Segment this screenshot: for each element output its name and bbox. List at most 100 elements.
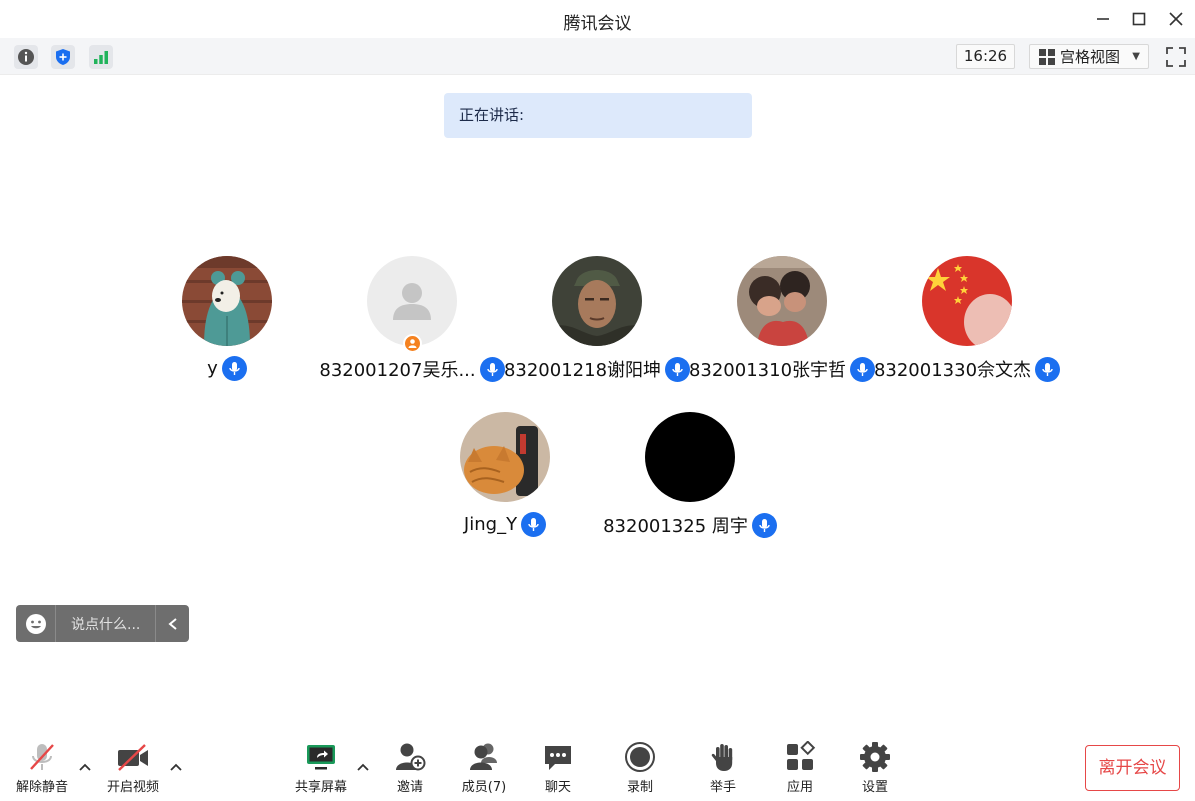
- participant-name: 832001325 周宇: [603, 516, 748, 537]
- meeting-timer: 16:26: [956, 44, 1015, 69]
- close-icon: [1169, 12, 1183, 26]
- guest-user-icon: [403, 334, 422, 353]
- mic-on-icon: [1035, 356, 1061, 382]
- participant-name-row: y: [127, 356, 327, 381]
- hand-icon: [711, 744, 733, 771]
- quick-chat-bar: 说点什么...: [16, 605, 189, 642]
- participant-name-row: 832001218谢阳坤: [497, 356, 697, 382]
- unmute-label: 解除静音: [15, 780, 68, 795]
- mic-on-icon: [521, 512, 547, 537]
- collapse-chat-button[interactable]: [155, 605, 189, 642]
- man-cap-avatar: [552, 256, 642, 346]
- info-icon: [18, 49, 34, 65]
- emoji-icon: [25, 613, 46, 634]
- active-speaker-label: 正在讲话:: [459, 106, 525, 124]
- chevron-up-icon: [79, 763, 91, 771]
- minimize-button[interactable]: [1090, 6, 1116, 32]
- raise-hand-label: 举手: [709, 780, 736, 795]
- audio-options-caret[interactable]: [77, 759, 93, 775]
- minimize-icon: [1097, 18, 1109, 20]
- record-label: 录制: [626, 780, 653, 795]
- signal-icon: [94, 51, 108, 64]
- share-options-caret[interactable]: [355, 759, 371, 775]
- flag-photo-avatar: [922, 256, 1012, 346]
- gear-icon: [860, 742, 890, 772]
- window-title: 腾讯会议: [563, 14, 632, 34]
- children-photo-avatar: [737, 256, 827, 346]
- meeting-info-button[interactable]: [14, 45, 38, 69]
- active-speaker-banner: 正在讲话:: [444, 93, 752, 138]
- members-label: 成员(7): [461, 780, 507, 795]
- participant-name-row: Jing_Y: [405, 512, 605, 537]
- start-video-button[interactable]: 开启视频: [98, 741, 168, 797]
- settings-label: 设置: [861, 780, 888, 795]
- participant-tile[interactable]: 832001310张宇哲: [682, 256, 882, 396]
- apps-label: 应用: [786, 780, 813, 795]
- participant-tile[interactable]: 832001330佘文杰: [867, 256, 1067, 396]
- maximize-button[interactable]: [1126, 6, 1152, 32]
- video-options-caret[interactable]: [168, 759, 184, 775]
- default-user-avatar: [367, 256, 457, 346]
- black-circle-avatar: [645, 412, 735, 502]
- chat-label: 聊天: [544, 780, 571, 795]
- title-bar: 腾讯会议: [0, 0, 1195, 38]
- chevron-left-icon: [167, 617, 177, 630]
- participant-tile[interactable]: Jing_Y: [405, 412, 605, 552]
- participant-name: 832001207吴乐...: [319, 360, 476, 381]
- maximize-icon: [1132, 12, 1146, 26]
- shield-icon: [56, 49, 70, 65]
- participant-name-row: 832001330佘文杰: [867, 356, 1067, 382]
- fullscreen-button[interactable]: [1163, 44, 1189, 70]
- start-video-label: 开启视频: [106, 780, 159, 795]
- share-screen-icon: [307, 745, 335, 770]
- unmute-button[interactable]: 解除静音: [7, 741, 77, 797]
- participant-name: Jing_Y: [463, 514, 518, 535]
- record-button[interactable]: 录制: [605, 741, 675, 797]
- meeting-window: 腾讯会议 16:26 宫格视图 ▼ 正在讲话: y 832001207吴乐...…: [0, 0, 1195, 801]
- participant-name-row: 832001207吴乐...: [312, 356, 512, 382]
- add-user-icon: [396, 743, 426, 771]
- mic-muted-icon: [30, 744, 54, 770]
- bear-hoodie-avatar: [182, 256, 272, 346]
- participant-name-row: 832001325 周宇: [590, 512, 790, 538]
- cat-photo-avatar: [460, 412, 550, 502]
- chat-icon: [545, 746, 571, 770]
- participant-name: 832001330佘文杰: [873, 360, 1032, 381]
- invite-label: 邀请: [396, 780, 423, 795]
- security-button[interactable]: [51, 45, 75, 69]
- view-mode-label: 宫格视图: [1060, 48, 1121, 66]
- share-screen-button[interactable]: 共享屏幕: [286, 741, 356, 797]
- chat-button[interactable]: 聊天: [523, 741, 593, 797]
- meeting-toolbar: 16:26 宫格视图 ▼: [0, 38, 1195, 75]
- participant-tile[interactable]: y: [127, 256, 327, 396]
- meeting-controls-bar: 解除静音 开启视频 共享屏幕 邀请 成员(7) 聊天 录制 举手 应用 设置 离…: [0, 735, 1195, 801]
- apps-icon: [787, 741, 816, 770]
- camera-off-icon: [118, 744, 148, 771]
- view-mode-dropdown[interactable]: 宫格视图 ▼: [1029, 44, 1149, 69]
- fullscreen-icon: [1166, 47, 1186, 67]
- participant-name: y: [207, 358, 218, 379]
- members-button[interactable]: 成员(7): [449, 741, 519, 797]
- caret-down-icon: ▼: [1132, 51, 1140, 62]
- participant-tile[interactable]: 832001207吴乐...: [312, 256, 512, 396]
- members-icon: [470, 743, 497, 770]
- grid-view-icon: [1039, 48, 1055, 65]
- record-icon: [625, 742, 655, 772]
- participant-tile[interactable]: 832001218谢阳坤: [497, 256, 697, 396]
- leave-meeting-button[interactable]: 离开会议: [1085, 745, 1180, 791]
- share-screen-label: 共享屏幕: [294, 780, 347, 795]
- chat-input[interactable]: 说点什么...: [56, 614, 155, 634]
- participant-tile[interactable]: 832001325 周宇: [590, 412, 790, 552]
- emoji-button[interactable]: [16, 605, 56, 642]
- mic-on-icon: [221, 356, 247, 381]
- network-status-button[interactable]: [89, 45, 113, 69]
- participant-name: 832001310张宇哲: [688, 360, 847, 381]
- apps-button[interactable]: 应用: [765, 741, 835, 797]
- participant-name: 832001218谢阳坤: [503, 360, 662, 381]
- raise-hand-button[interactable]: 举手: [688, 741, 758, 797]
- settings-button[interactable]: 设置: [840, 741, 910, 797]
- mic-on-icon: [751, 512, 777, 538]
- close-button[interactable]: [1163, 6, 1189, 32]
- invite-button[interactable]: 邀请: [375, 741, 445, 797]
- chevron-up-icon: [170, 763, 182, 771]
